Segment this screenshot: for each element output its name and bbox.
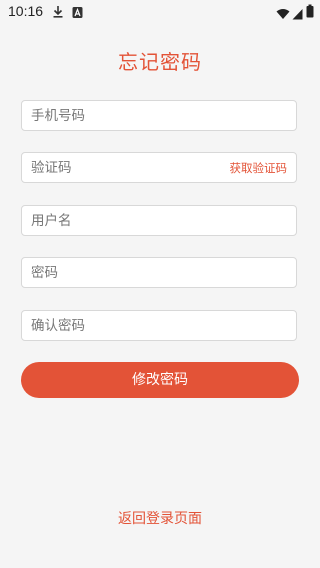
wifi-icon [276,5,290,24]
status-time: 10:16 [8,3,44,19]
password-field [21,257,297,288]
get-code-button[interactable]: 获取验证码 [230,160,288,176]
back-to-login-link[interactable]: 返回登录页面 [0,508,320,528]
phone-input[interactable] [22,101,296,130]
confirm-password-field [21,310,297,341]
status-bar: 10:16 [0,0,320,24]
page-title: 忘记密码 [118,50,202,74]
verification-code-field: 获取验证码 [21,152,297,183]
username-field [21,205,297,236]
download-icon [52,4,64,23]
phone-field [21,100,297,131]
password-input[interactable] [22,258,296,287]
confirm-password-input[interactable] [22,311,296,340]
change-password-button[interactable]: 修改密码 [21,362,299,398]
a-notification-icon [72,4,83,23]
signal-icon [292,5,303,24]
username-input[interactable] [22,206,296,235]
battery-icon [306,3,314,22]
